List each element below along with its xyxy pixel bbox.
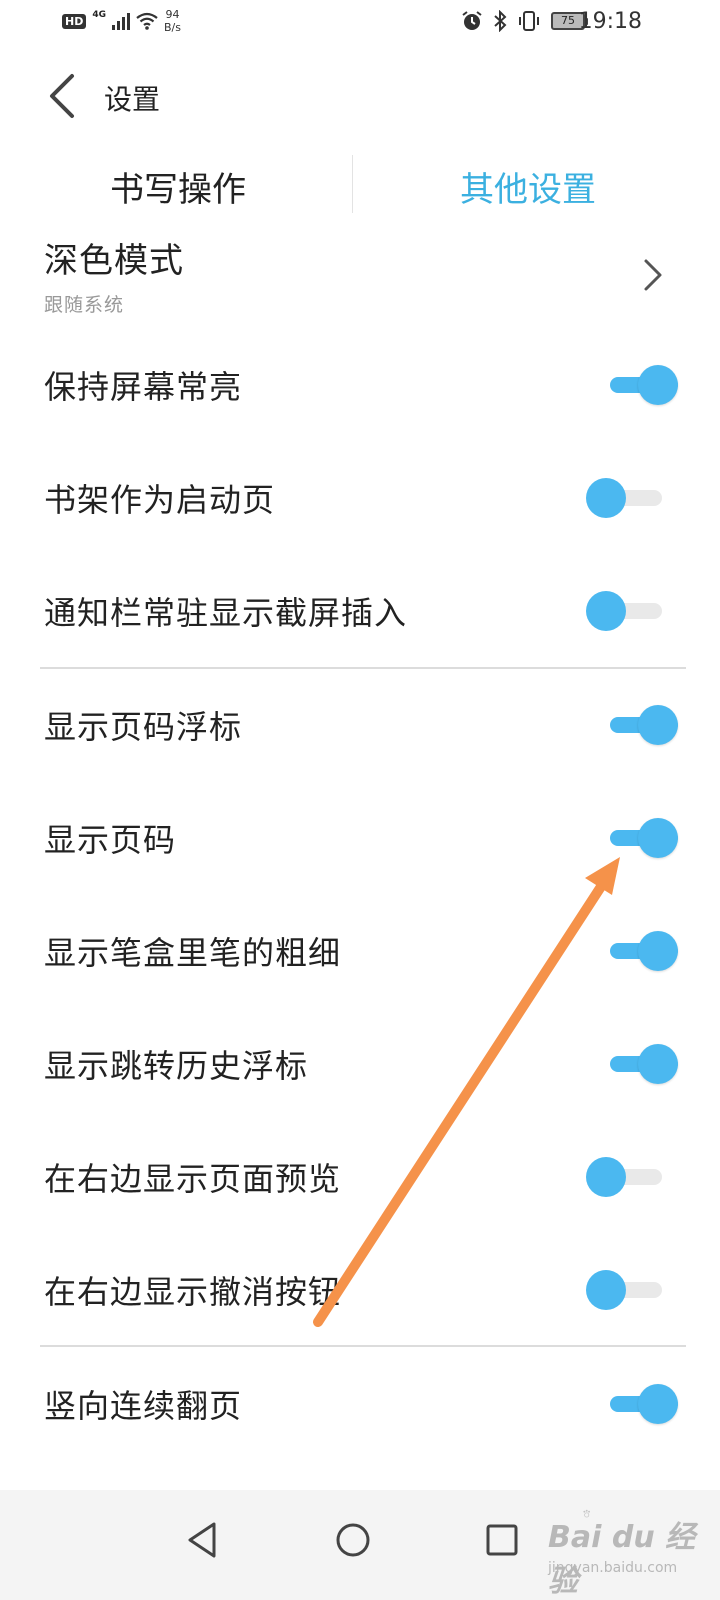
toggle-switch[interactable]: [586, 589, 662, 633]
toggle-knob: [638, 705, 678, 745]
toggle-switch[interactable]: [586, 476, 662, 520]
toggle-knob: [586, 591, 626, 631]
alarm-icon: [462, 11, 482, 30]
toggle-knob: [638, 818, 678, 858]
setting-row[interactable]: 显示页码浮标: [0, 669, 720, 781]
tab-divider: [352, 155, 353, 213]
setting-label: 书架作为启动页: [44, 481, 276, 519]
setting-label: 显示页码: [44, 821, 177, 859]
setting-row[interactable]: 保持屏幕常亮: [0, 329, 720, 441]
speed-value: 94: [165, 8, 180, 21]
toggle-switch[interactable]: [602, 1382, 678, 1426]
bluetooth-icon: [494, 10, 507, 32]
home-circle-icon[interactable]: [323, 1510, 383, 1570]
setting-label: 在右边显示撤消按钮: [44, 1273, 342, 1311]
setting-label: 竖向连续翻页: [44, 1387, 243, 1425]
setting-label: 在右边显示页面预览: [44, 1160, 342, 1198]
toggle-switch[interactable]: [586, 1268, 662, 1312]
setting-label: 保持屏幕常亮: [44, 368, 243, 406]
chevron-right-icon: [644, 259, 662, 291]
dark-mode-value: 跟随系统: [44, 294, 125, 316]
toggle-knob: [638, 931, 678, 971]
toggle-knob: [586, 478, 626, 518]
toggle-switch[interactable]: [586, 1155, 662, 1199]
toggle-switch[interactable]: [602, 703, 678, 747]
signal-icon: [112, 12, 130, 30]
setting-row[interactable]: 显示页码: [0, 782, 720, 894]
page-title: 设置: [104, 83, 161, 116]
setting-label: 显示笔盒里笔的粗细: [44, 934, 342, 972]
toggle-switch[interactable]: [602, 929, 678, 973]
network-type: 4G: [92, 10, 106, 20]
tab-other-settings[interactable]: 其他设置: [460, 162, 596, 211]
toggle-knob: [586, 1157, 626, 1197]
setting-row[interactable]: 显示笔盒里笔的粗细: [0, 895, 720, 1007]
section-divider: [40, 1345, 686, 1347]
wifi-icon: [136, 12, 158, 30]
watermark-url: jingyan.baidu.com: [548, 1560, 678, 1576]
status-right-icons: 75: [461, 10, 588, 32]
dark-mode-label: 深色模式: [44, 241, 184, 281]
setting-row[interactable]: 通知栏常驻显示截屏插入: [0, 555, 720, 667]
network-speed: 94 B/s: [164, 8, 181, 34]
hd-badge: HD: [62, 13, 87, 29]
back-triangle-icon[interactable]: [172, 1510, 232, 1570]
setting-label: 通知栏常驻显示截屏插入: [44, 594, 408, 632]
back-chevron-icon[interactable]: [44, 72, 84, 120]
toggle-switch[interactable]: [602, 1042, 678, 1086]
setting-label: 显示跳转历史浮标: [44, 1047, 309, 1085]
toggle-switch[interactable]: [602, 816, 678, 860]
toggle-knob: [586, 1270, 626, 1310]
setting-row[interactable]: 书架作为启动页: [0, 442, 720, 554]
toggle-knob: [638, 1384, 678, 1424]
tab-writing[interactable]: 书写操作: [110, 162, 246, 211]
vibrate-icon: [519, 11, 539, 31]
setting-row[interactable]: 显示跳转历史浮标: [0, 1008, 720, 1120]
setting-label: 显示页码浮标: [44, 708, 243, 746]
setting-row[interactable]: 在右边显示撤消按钮: [0, 1234, 720, 1346]
status-left: HD 4G 94 B/s: [62, 8, 181, 34]
recents-square-icon[interactable]: [472, 1510, 532, 1570]
setting-row[interactable]: 竖向连续翻页: [0, 1348, 720, 1460]
setting-row[interactable]: 在右边显示页面预览: [0, 1121, 720, 1233]
toggle-knob: [638, 365, 678, 405]
watermark-brand: Bai du 经验: [548, 1520, 696, 1599]
toggle-switch[interactable]: [602, 363, 678, 407]
status-bar: HD 4G 94 B/s 75 19:18: [0, 0, 720, 50]
clock: 19:18: [578, 9, 642, 34]
speed-unit: B/s: [164, 21, 181, 34]
toggle-knob: [638, 1044, 678, 1084]
